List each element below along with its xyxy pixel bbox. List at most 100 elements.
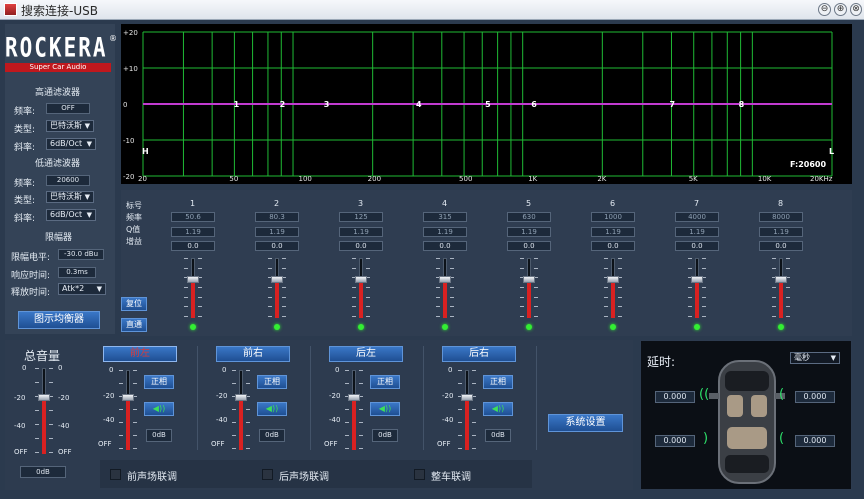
phase-button[interactable]: 正相 (257, 375, 287, 389)
band-gain-field[interactable]: 0.0 (423, 241, 467, 251)
lowpass-marker[interactable]: L (829, 147, 834, 156)
fader-knob[interactable] (122, 394, 134, 401)
close-button[interactable]: ⊗ (850, 3, 862, 16)
eq-band-marker[interactable]: 8 (739, 100, 745, 109)
checkbox-box[interactable] (414, 469, 425, 480)
band-freq-field[interactable]: 80.3 (255, 212, 299, 222)
maximize-button[interactable]: ⊕ (834, 3, 847, 16)
band-q-field[interactable]: 1.19 (423, 227, 467, 237)
limiter-release-select[interactable]: Atk*2 ▼ (58, 283, 106, 295)
band-gain-field[interactable]: 0.0 (507, 241, 551, 251)
system-settings-button[interactable]: 系统设置 (548, 414, 623, 432)
band-gain-fader[interactable] (517, 258, 541, 318)
band-q-field[interactable]: 1.19 (507, 227, 551, 237)
lowpass-type-select[interactable]: 巴特沃斯 ▼ (46, 191, 94, 203)
band-freq-field[interactable]: 630 (507, 212, 551, 222)
fader-knob[interactable] (691, 276, 703, 283)
phase-button[interactable]: 正相 (144, 375, 174, 389)
delay-front-left-field[interactable]: 0.000 (655, 391, 695, 403)
channel-select-button[interactable]: 前左 (103, 346, 177, 362)
band-gain-field[interactable]: 0.0 (759, 241, 803, 251)
band-freq-field[interactable]: 125 (339, 212, 383, 222)
graphic-eq-button[interactable]: 图示均衡器 (18, 311, 100, 329)
band-gain-field[interactable]: 0.0 (675, 241, 719, 251)
delay-rear-left-field[interactable]: 0.000 (655, 435, 695, 447)
limiter-attack-field[interactable]: 0.3ms (58, 267, 96, 278)
mute-speaker-icon[interactable]: ◀)) (370, 402, 400, 416)
mute-speaker-icon[interactable]: ◀)) (144, 402, 174, 416)
band-freq-field[interactable]: 1000 (591, 212, 635, 222)
phase-button[interactable]: 正相 (370, 375, 400, 389)
fader-knob[interactable] (439, 276, 451, 283)
highpass-slope-select[interactable]: 6dB/Oct ▼ (46, 138, 96, 150)
band-gain-fader[interactable] (433, 258, 457, 318)
fader-knob[interactable] (271, 276, 283, 283)
channel-select-button[interactable]: 前右 (216, 346, 290, 362)
band-freq-field[interactable]: 4000 (675, 212, 719, 222)
band-q-field[interactable]: 1.19 (675, 227, 719, 237)
band-gain-fader[interactable] (685, 258, 709, 318)
fader-knob[interactable] (235, 394, 247, 401)
highpass-freq-field[interactable]: OFF (46, 103, 90, 114)
checkbox-box[interactable] (262, 469, 273, 480)
band-gain-fader[interactable] (349, 258, 373, 318)
eq-band-marker[interactable]: 4 (416, 100, 422, 109)
bypass-button[interactable]: 直通 (121, 318, 147, 332)
eq-band-marker[interactable]: 7 (669, 100, 675, 109)
band-q-field[interactable]: 1.19 (591, 227, 635, 237)
highpass-type-select[interactable]: 巴特沃斯 ▼ (46, 120, 94, 132)
eq-band-marker[interactable]: 1 (234, 100, 240, 109)
channel-level-fader[interactable] (229, 370, 253, 450)
band-gain-field[interactable]: 0.0 (339, 241, 383, 251)
eq-graph[interactable]: +20 +10 0 -10 -20 20 50 100 200 500 1K 2K 5K 10K 20KHz… (121, 24, 852, 184)
mute-speaker-icon[interactable]: ◀)) (483, 402, 513, 416)
fader-knob[interactable] (187, 276, 199, 283)
channel-level-fader[interactable] (342, 370, 366, 450)
channel-level-fader[interactable] (455, 370, 479, 450)
fader-tick (232, 383, 236, 384)
band-gain-field[interactable]: 0.0 (255, 241, 299, 251)
band-freq-field[interactable]: 315 (423, 212, 467, 222)
limiter-level-field[interactable]: -30.0 dBu (58, 249, 104, 260)
eq-band-marker[interactable]: 6 (531, 100, 537, 109)
highpass-marker[interactable]: H (142, 147, 149, 156)
band-q-field[interactable]: 1.19 (171, 227, 215, 237)
fader-knob[interactable] (461, 394, 473, 401)
master-fader[interactable] (32, 368, 56, 454)
mute-speaker-icon[interactable]: ◀)) (257, 402, 287, 416)
band-gain-fader[interactable] (769, 258, 793, 318)
eq-band-marker[interactable]: 2 (280, 100, 286, 109)
channel-select-button[interactable]: 后左 (329, 346, 403, 362)
band-number: 8 (778, 199, 784, 208)
checkbox-box[interactable] (110, 469, 121, 480)
delay-rear-right-field[interactable]: 0.000 (795, 435, 835, 447)
fader-knob[interactable] (775, 276, 787, 283)
fader-knob[interactable] (38, 394, 50, 401)
channel-scale-label: -20 (103, 392, 115, 400)
fader-knob[interactable] (523, 276, 535, 283)
channel-select-button[interactable]: 后右 (442, 346, 516, 362)
minimize-button[interactable]: ⊖ (818, 3, 831, 16)
band-gain-fader[interactable] (265, 258, 289, 318)
band-gain-fader[interactable] (181, 258, 205, 318)
reset-button[interactable]: 复位 (121, 297, 147, 311)
phase-button[interactable]: 正相 (483, 375, 513, 389)
fader-knob[interactable] (348, 394, 360, 401)
band-q-field[interactable]: 1.19 (255, 227, 299, 237)
lowpass-freq-field[interactable]: 20600 (46, 175, 90, 186)
fader-knob[interactable] (607, 276, 619, 283)
channel-level-fader[interactable] (116, 370, 140, 450)
eq-band-marker[interactable]: 5 (485, 100, 491, 109)
eq-band-marker[interactable]: 3 (324, 100, 330, 109)
band-gain-field[interactable]: 0.0 (171, 241, 215, 251)
band-q-field[interactable]: 1.19 (759, 227, 803, 237)
lowpass-slope-select[interactable]: 6dB/Oct ▼ (46, 209, 96, 221)
band-freq-field[interactable]: 8000 (759, 212, 803, 222)
delay-front-right-field[interactable]: 0.000 (795, 391, 835, 403)
band-gain-fader[interactable] (601, 258, 625, 318)
band-gain-field[interactable]: 0.0 (591, 241, 635, 251)
delay-unit-select[interactable]: 毫秒 ▼ (790, 352, 840, 364)
band-q-field[interactable]: 1.19 (339, 227, 383, 237)
fader-knob[interactable] (355, 276, 367, 283)
band-freq-field[interactable]: 50.6 (171, 212, 215, 222)
